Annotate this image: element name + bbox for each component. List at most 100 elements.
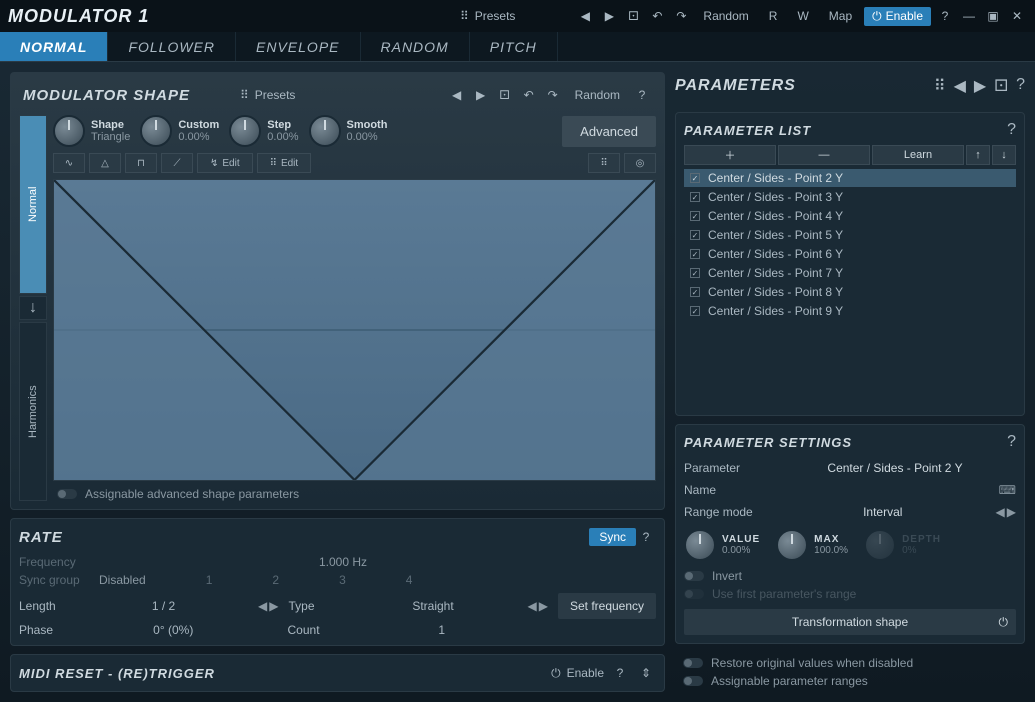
titlebar: MODULATOR 1 ⠿ Presets ◀ ▶ ⚀ ↶ ↷ Random R… <box>0 0 1035 32</box>
list-item[interactable]: ✓Center / Sides - Point 8 Y <box>684 283 1016 301</box>
ps-help-icon[interactable]: ? <box>1007 433 1016 451</box>
step-knob[interactable]: Step 0.00% <box>229 115 298 147</box>
learn-button[interactable]: Learn <box>872 145 964 165</box>
shape-random-button[interactable]: Random <box>567 85 628 105</box>
shape-knob[interactable]: Shape Triangle <box>53 115 130 147</box>
depth-knob: DEPTH 0% <box>864 529 941 561</box>
value-knob[interactable]: VALUE 0.00% <box>684 529 760 561</box>
parameter-list-panel: PARAMETER LIST ? ＋ — Learn ↑ ↓ ✓Center /… <box>675 112 1025 416</box>
enable-button[interactable]: ⏻ Enable <box>864 7 931 26</box>
tab-random[interactable]: RANDOM <box>361 32 470 61</box>
list-item[interactable]: ✓Center / Sides - Point 5 Y <box>684 226 1016 244</box>
shape-graph[interactable] <box>53 179 656 481</box>
keyboard-icon[interactable]: ⌨ <box>999 483 1016 497</box>
type-field[interactable]: Type Straight ◀▶ <box>288 593 547 619</box>
rate-title: RATE <box>19 529 63 546</box>
minimize-icon[interactable]: — <box>959 6 979 26</box>
shape-redo-icon[interactable]: ↷ <box>543 85 563 105</box>
shape-dice-icon[interactable]: ⚀ <box>495 85 515 105</box>
map-button[interactable]: Map <box>821 6 860 26</box>
wave-square-icon[interactable]: ⊓ <box>125 153 157 173</box>
power-icon: ⏻ <box>872 9 882 24</box>
r-button[interactable]: R <box>761 6 786 26</box>
vtab-harmonics[interactable]: Harmonics <box>19 322 47 501</box>
grid-icon[interactable]: ⠿ <box>934 76 946 96</box>
w-button[interactable]: W <box>789 6 816 26</box>
redo-icon[interactable]: ↷ <box>671 6 691 26</box>
help-icon[interactable]: ? <box>935 6 955 26</box>
count-field[interactable]: Count 1 <box>288 623 547 637</box>
grid-icon: ⠿ <box>460 9 469 23</box>
tab-bar: NORMAL FOLLOWER ENVELOPE RANDOM PITCH <box>0 32 1035 62</box>
prev-icon[interactable]: ◀ <box>575 6 595 26</box>
plist-help-icon[interactable]: ? <box>1007 121 1016 139</box>
length-field[interactable]: Length 1 / 2 ◀▶ <box>19 593 278 619</box>
titlebar-presets[interactable]: ⠿ Presets <box>460 9 515 23</box>
shape-next-icon[interactable]: ▶ <box>471 85 491 105</box>
list-item[interactable]: ✓Center / Sides - Point 4 Y <box>684 207 1016 225</box>
restore-toggle[interactable] <box>683 658 703 668</box>
shape-help-icon[interactable]: ? <box>632 85 652 105</box>
max-knob[interactable]: MAX 100.0% <box>776 529 848 561</box>
shape-presets[interactable]: ⠿ Presets <box>240 88 295 102</box>
close-icon[interactable]: ✕ <box>1007 6 1027 26</box>
sync-button[interactable]: Sync <box>589 528 636 546</box>
tab-pitch[interactable]: PITCH <box>470 32 558 61</box>
midi-help-icon[interactable]: ? <box>610 663 630 683</box>
next-icon[interactable]: ▶ <box>974 76 986 96</box>
invert-toggle[interactable] <box>684 571 704 581</box>
name-field[interactable] <box>774 481 995 499</box>
midi-enable-button[interactable]: Enable <box>567 666 604 680</box>
vtab-normal[interactable]: Normal <box>19 115 47 294</box>
wave-saw-icon[interactable]: ⟋ <box>161 153 193 173</box>
list-item[interactable]: ✓Center / Sides - Point 3 Y <box>684 188 1016 206</box>
assignable-toggle[interactable] <box>57 489 77 499</box>
list-item[interactable]: ✓Center / Sides - Point 6 Y <box>684 245 1016 263</box>
next-icon[interactable]: ▶ <box>1007 505 1016 519</box>
remove-button[interactable]: — <box>778 145 870 165</box>
wave-triangle-icon[interactable]: △ <box>89 153 121 173</box>
transformation-shape-button[interactable]: Transformation shape ⏻ <box>684 609 1016 635</box>
up-icon[interactable]: ↑ <box>966 145 990 165</box>
tab-normal[interactable]: NORMAL <box>0 32 108 61</box>
add-button[interactable]: ＋ <box>684 145 776 165</box>
use-first-toggle[interactable] <box>684 589 704 599</box>
snap-icon[interactable]: ◎ <box>624 153 656 173</box>
tab-follower[interactable]: FOLLOWER <box>108 32 236 61</box>
phase-field[interactable]: Phase 0° (0%) <box>19 623 278 637</box>
vtab-arrow-icon[interactable]: ↓ <box>19 296 47 320</box>
assignable-ranges-toggle[interactable] <box>683 676 703 686</box>
random-button[interactable]: Random <box>695 6 756 26</box>
dice-icon[interactable]: ⚀ <box>994 76 1008 96</box>
parameter-field[interactable]: Center / Sides - Point 2 Y <box>774 459 1016 477</box>
list-item[interactable]: ✓Center / Sides - Point 2 Y <box>684 169 1016 187</box>
edit-button-2[interactable]: ⠿Edit <box>257 153 312 173</box>
rate-help-icon[interactable]: ? <box>636 527 656 547</box>
range-mode-field[interactable]: Interval <box>774 503 992 521</box>
grid-icon[interactable]: ⠿ <box>588 153 620 173</box>
parameter-settings-panel: PARAMETER SETTINGS ? Parameter Center / … <box>675 424 1025 644</box>
edit-button-1[interactable]: ↯Edit <box>197 153 253 173</box>
midi-expand-icon[interactable]: ⇕ <box>636 663 656 683</box>
set-frequency-button[interactable]: Set frequency <box>558 593 656 619</box>
down-icon[interactable]: ↓ <box>992 145 1016 165</box>
tab-envelope[interactable]: ENVELOPE <box>236 32 360 61</box>
prev-icon[interactable]: ◀ <box>954 76 966 96</box>
list-item[interactable]: ✓Center / Sides - Point 9 Y <box>684 302 1016 320</box>
list-item[interactable]: ✓Center / Sides - Point 7 Y <box>684 264 1016 282</box>
undo-icon[interactable]: ↶ <box>647 6 667 26</box>
advanced-button[interactable]: Advanced <box>562 116 656 147</box>
shape-prev-icon[interactable]: ◀ <box>447 85 467 105</box>
next-icon[interactable]: ▶ <box>599 6 619 26</box>
help-icon[interactable]: ? <box>1016 76 1025 96</box>
smooth-knob[interactable]: Smooth 0.00% <box>309 115 388 147</box>
window-title: MODULATOR 1 <box>8 6 149 27</box>
prev-icon[interactable]: ◀ <box>996 505 1005 519</box>
dice-icon[interactable]: ⚀ <box>623 6 643 26</box>
shape-undo-icon[interactable]: ↶ <box>519 85 539 105</box>
wave-sine-icon[interactable]: ∿ <box>53 153 85 173</box>
custom-knob[interactable]: Custom 0.00% <box>140 115 219 147</box>
parameter-list: ✓Center / Sides - Point 2 Y ✓Center / Si… <box>684 169 1016 407</box>
power-icon[interactable]: ⏻ <box>999 615 1009 630</box>
maximize-icon[interactable]: ▣ <box>983 6 1003 26</box>
